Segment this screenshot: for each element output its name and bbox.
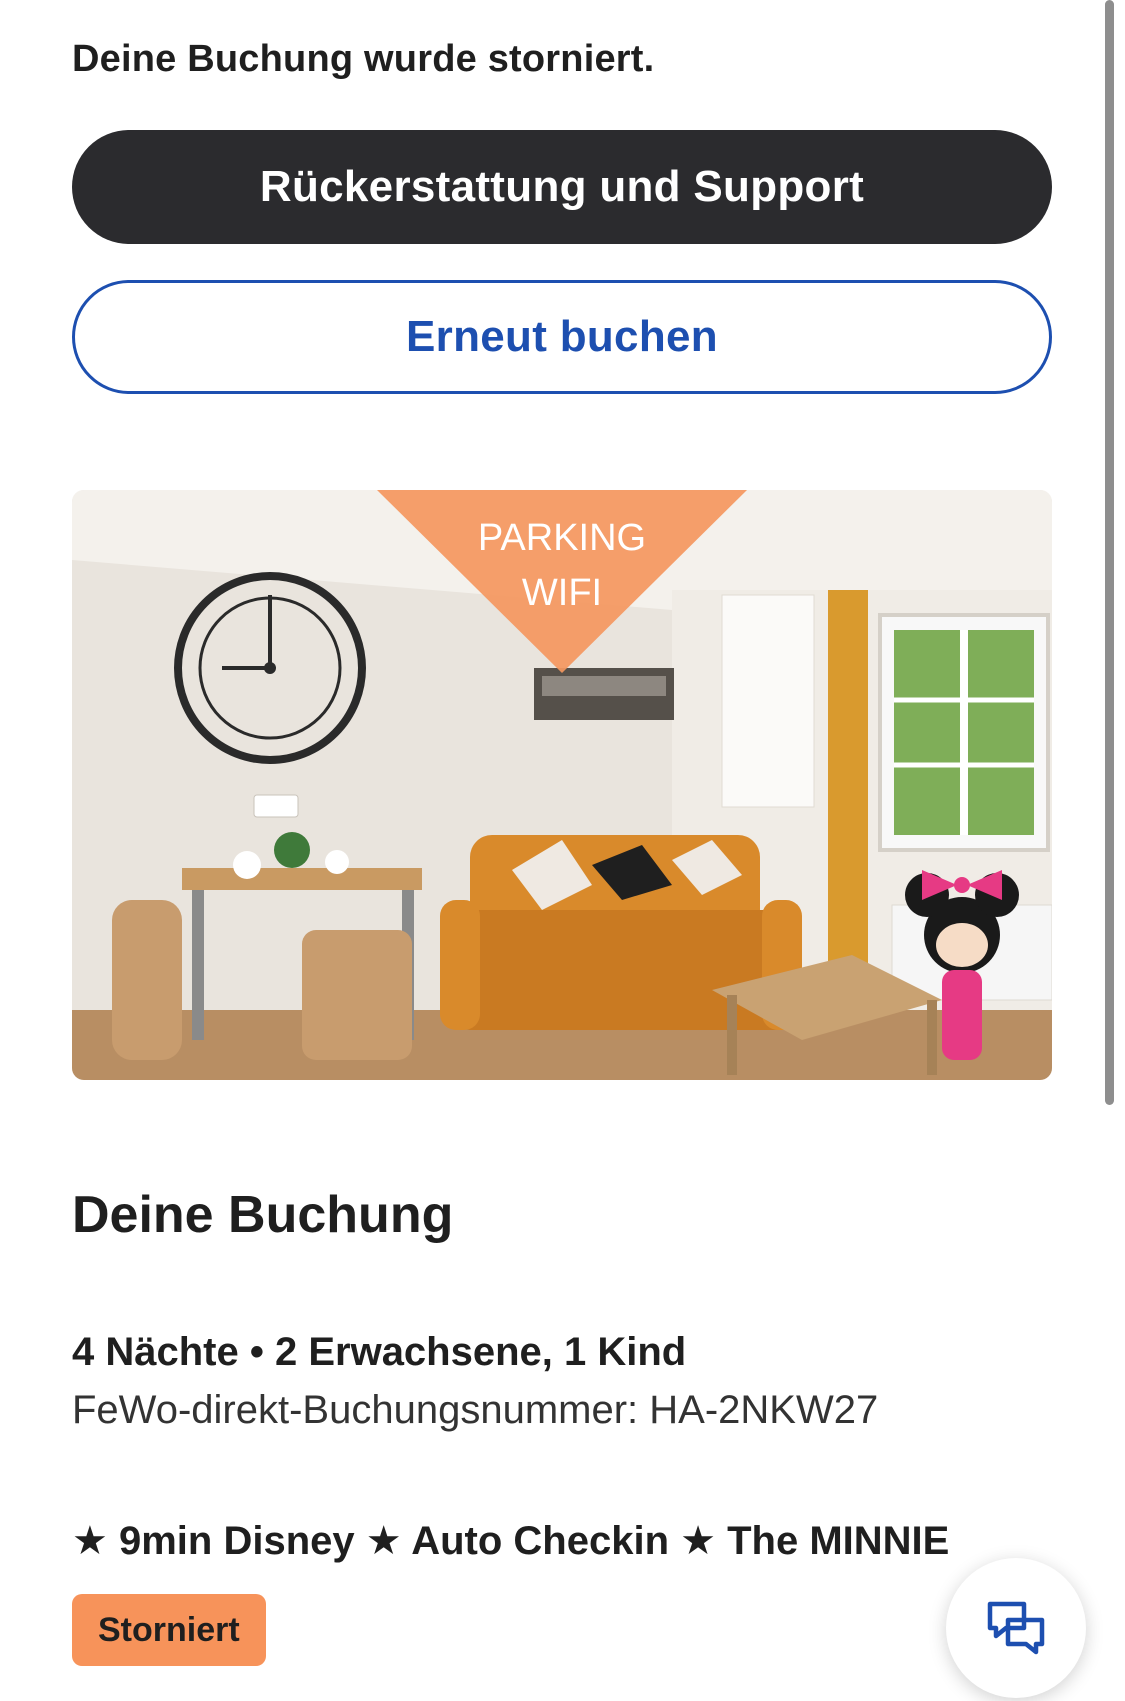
photo-overlay-line-1: PARKING — [478, 517, 646, 559]
listing-photo-illustration: PARKING WIFI — [72, 490, 1052, 1080]
booking-section-title: Deine Buchung — [72, 1186, 454, 1244]
booking-cancelled-screen: Deine Buchung wurde storniert. Rückersta… — [0, 0, 1125, 1701]
refund-support-button[interactable]: Rückerstattung und Support — [72, 130, 1052, 244]
chat-bubbles-icon — [987, 1601, 1045, 1655]
listing-photo[interactable]: PARKING WIFI — [72, 490, 1052, 1080]
booking-number: FeWo-direkt-Buchungsnummer: HA-2NKW27 — [72, 1388, 879, 1432]
status-badge: Storniert — [72, 1594, 266, 1666]
booking-summary: 4 Nächte • 2 Erwachsene, 1 Kind — [72, 1330, 687, 1374]
photo-overlay-line-2: WIFI — [522, 572, 602, 614]
cancellation-status-text: Deine Buchung wurde storniert. — [72, 38, 655, 80]
scrollbar[interactable] — [1105, 0, 1114, 1105]
rebook-button[interactable]: Erneut buchen — [72, 280, 1052, 394]
chat-button[interactable] — [946, 1558, 1086, 1698]
listing-name[interactable]: ★ 9min Disney ★ Auto Checkin ★ The MINNI… — [72, 1518, 949, 1564]
